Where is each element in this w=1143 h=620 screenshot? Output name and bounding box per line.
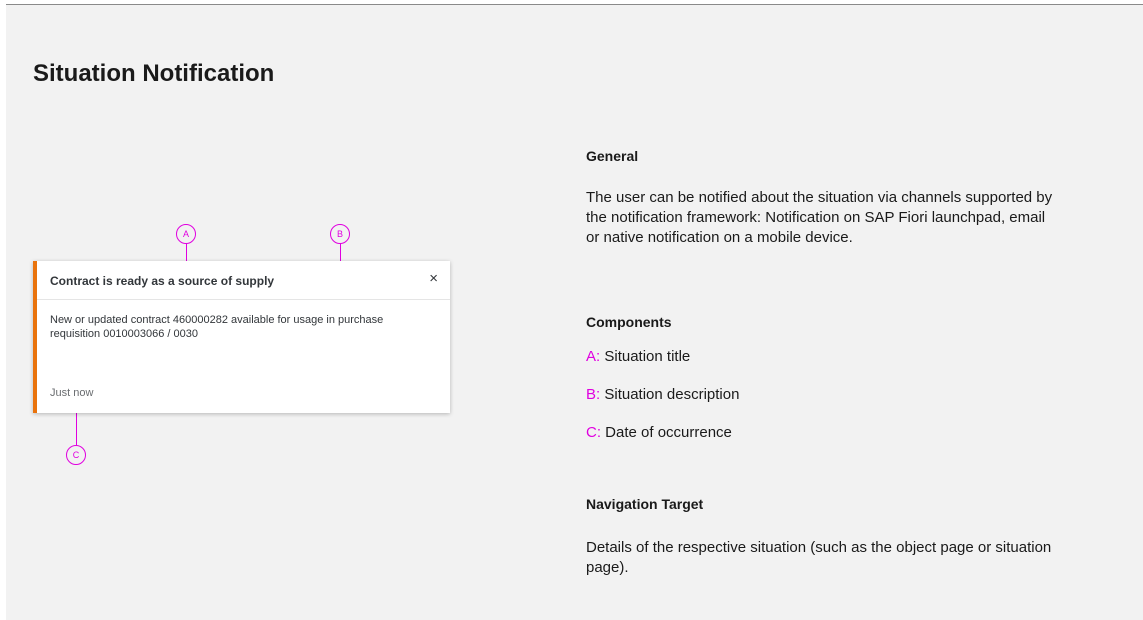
component-key: C: <box>586 424 601 441</box>
callout-b-marker: B <box>330 224 350 244</box>
component-key: B: <box>586 386 601 403</box>
page-title: Situation Notification <box>33 60 275 87</box>
component-label: Situation description <box>604 386 740 403</box>
general-heading: General <box>586 148 639 164</box>
callout-a-line <box>186 243 187 261</box>
component-item-c: C: Date of occurrence <box>586 424 732 441</box>
general-text: The user can be notified about the situa… <box>586 189 1053 246</box>
component-item-a: A: Situation title <box>586 348 690 365</box>
notification-description: New or updated contract 460000282 availa… <box>50 314 384 340</box>
callout-c-marker: C <box>66 445 86 465</box>
components-heading: Components <box>586 314 672 330</box>
slide-background: Situation Notification Contract is ready… <box>6 4 1143 620</box>
navigation-heading: Navigation Target <box>586 496 704 512</box>
notification-timestamp: Just now <box>50 387 94 399</box>
notification-header: Contract is ready as a source of supply … <box>37 261 450 300</box>
callout-a-marker: A <box>176 224 196 244</box>
notification-card[interactable]: Contract is ready as a source of supply … <box>33 261 450 413</box>
component-label: Situation title <box>604 348 691 365</box>
component-key: A: <box>586 348 601 365</box>
navigation-text: Details of the respective situation (suc… <box>586 539 1052 576</box>
component-item-b: B: Situation description <box>586 386 739 403</box>
component-label: Date of occurrence <box>605 424 732 441</box>
notification-title: Contract is ready as a source of supply <box>50 274 275 288</box>
close-icon[interactable]: × <box>429 271 438 286</box>
